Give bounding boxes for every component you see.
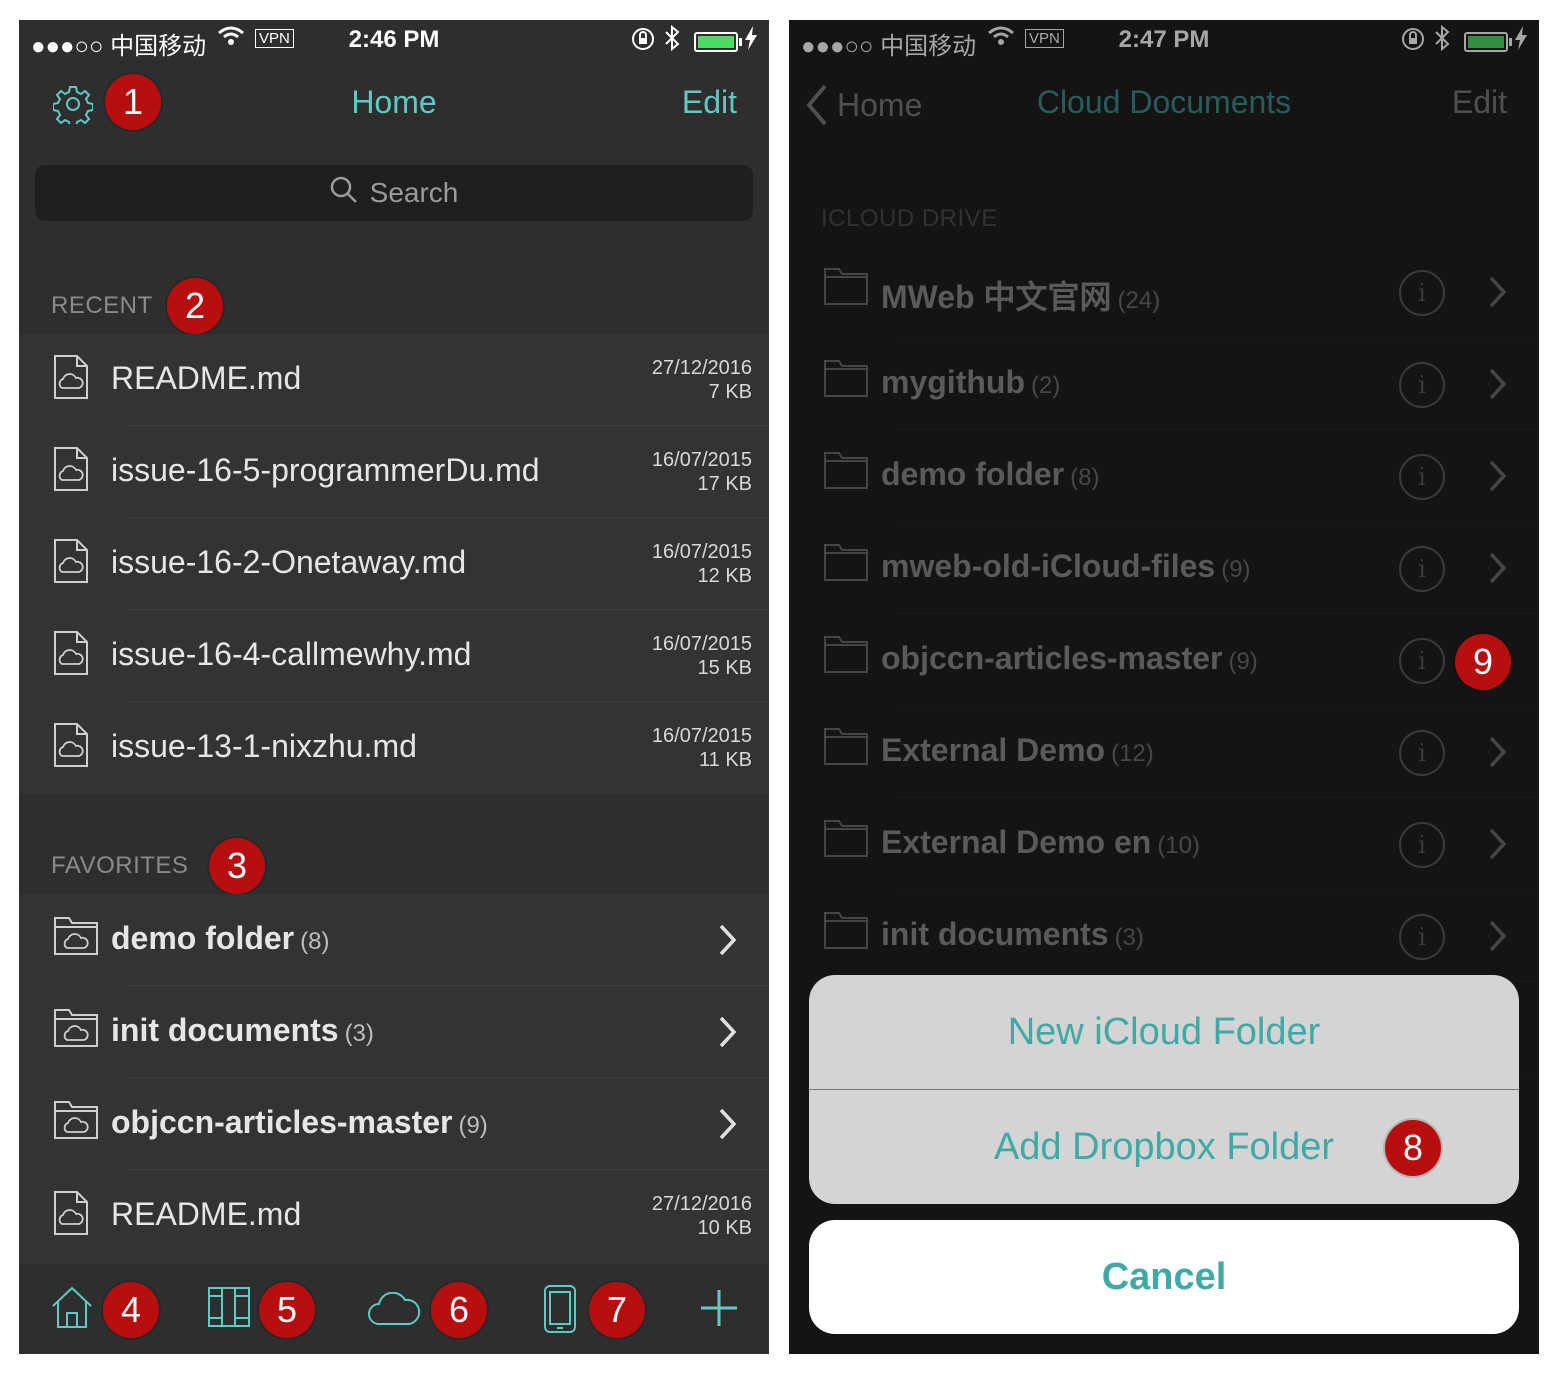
item-count: (3) [344, 1020, 374, 1047]
recent-file-row[interactable]: issue-16-5-programmerDu.md 16/07/2015 17 K… [19, 426, 769, 518]
cloud-file-icon [53, 538, 89, 589]
item-name: demo folder (8) [111, 920, 329, 957]
item-title: issue-13-1-nixzhu.md [111, 728, 417, 764]
item-name: issue-16-4-callmewhy.md [111, 636, 471, 673]
favorite-file-row[interactable]: README.md 27/12/2016 10 KB [19, 1170, 769, 1262]
item-title: issue-16-2-Onetaway.md [111, 544, 467, 580]
item-size: 7 KB [708, 381, 752, 403]
cloud-icon[interactable] [367, 1291, 421, 1331]
recent-file-row[interactable]: issue-16-4-callmewhy.md 16/07/2015 15 KB [19, 610, 769, 702]
item-name: README.md [111, 1196, 301, 1233]
recent-file-row[interactable]: README.md 27/12/2016 7 KB [19, 334, 769, 426]
item-title: demo folder [111, 920, 295, 956]
cloud-folder-icon [53, 914, 99, 961]
chevron-right-icon [717, 1108, 737, 1145]
callout-badge-4: 4 [103, 1282, 159, 1338]
item-date: 16/07/2015 [651, 725, 752, 747]
cloud-file-icon [53, 354, 89, 405]
item-date: 27/12/2016 [651, 357, 752, 379]
edit-button[interactable]: Edit [682, 84, 737, 121]
item-title: README.md [111, 1196, 302, 1232]
item-meta: 16/07/2015 11 KB [652, 724, 752, 772]
chevron-right-icon [717, 924, 737, 961]
item-size: 11 KB [699, 749, 752, 771]
item-meta: 27/12/2016 7 KB [652, 356, 752, 404]
add-dropbox-folder-label: Add Dropbox Folder [993, 1126, 1335, 1168]
home-screen: ●●●○○ 中国移动 VPN 2:46 PM Home Edit 1 Searc… [19, 20, 769, 1354]
item-meta: 16/07/2015 12 KB [652, 540, 752, 588]
cloud-file-icon [53, 446, 89, 497]
item-name: issue-16-2-Onetaway.md [111, 544, 466, 581]
favorites-section-label: FAVORITES [51, 852, 189, 879]
item-date: 27/12/2016 [651, 1193, 752, 1215]
favorite-folder-row[interactable]: init documents (3) [19, 986, 769, 1078]
search-icon [330, 176, 358, 211]
item-date: 16/07/2015 [651, 449, 752, 471]
orientation-lock-icon [631, 27, 655, 58]
item-title: issue-16-4-callmewhy.md [111, 636, 472, 672]
favorite-folder-row[interactable]: objccn-articles-master (9) [19, 1078, 769, 1170]
add-icon[interactable] [699, 1288, 739, 1333]
callout-badge-2: 2 [167, 278, 223, 334]
device-icon[interactable] [543, 1284, 577, 1339]
item-size: 17 KB [697, 473, 752, 495]
home-icon[interactable] [49, 1284, 95, 1335]
item-title: objccn-articles-master [111, 1104, 453, 1140]
status-bar: ●●●○○ 中国移动 VPN 2:46 PM [19, 20, 769, 60]
item-meta: 16/07/2015 15 KB [652, 632, 752, 680]
item-count: (8) [300, 928, 330, 955]
search-placeholder: Search [369, 177, 459, 208]
cloud-file-icon [53, 1190, 89, 1241]
item-title: README.md [111, 360, 302, 396]
recent-file-row[interactable]: issue-13-1-nixzhu.md 16/07/2015 11 KB [19, 702, 769, 794]
callout-badge-8: 8 [1385, 1120, 1441, 1176]
new-icloud-folder-button[interactable]: New iCloud Folder [809, 975, 1519, 1089]
recent-section-label: RECENT [51, 292, 153, 319]
item-size: 15 KB [697, 657, 752, 679]
item-name: init documents (3) [111, 1012, 374, 1049]
recent-file-row[interactable]: issue-16-2-Onetaway.md 16/07/2015 12 KB [19, 518, 769, 610]
callout-badge-5: 5 [259, 1282, 315, 1338]
item-size: 10 KB [697, 1217, 752, 1239]
callout-badge-1: 1 [105, 74, 161, 130]
item-date: 16/07/2015 [651, 633, 752, 655]
status-time: 2:46 PM [348, 26, 440, 53]
cloud-folder-icon [53, 1098, 99, 1145]
item-size: 12 KB [697, 565, 752, 587]
item-name: issue-16-5-programmerDu.md [111, 452, 540, 489]
item-name: README.md [111, 360, 301, 397]
item-title: issue-16-5-programmerDu.md [111, 452, 540, 488]
callout-badge-6: 6 [431, 1282, 487, 1338]
callout-badge-3: 3 [209, 838, 265, 894]
cloud-file-icon [53, 722, 89, 773]
item-date: 16/07/2015 [651, 541, 752, 563]
cloud-folder-icon [53, 1006, 99, 1053]
item-name: issue-13-1-nixzhu.md [111, 728, 417, 765]
library-icon[interactable] [207, 1284, 253, 1335]
cloud-documents-screen: ●●●○○ 中国移动 VPN 2:47 PM Home Cloud Docume… [789, 20, 1539, 1354]
item-meta: 27/12/2016 10 KB [652, 1192, 752, 1240]
bluetooth-icon [664, 24, 680, 57]
cancel-button[interactable]: Cancel [809, 1220, 1519, 1334]
charging-icon [745, 26, 757, 56]
callout-badge-9: 9 [1455, 634, 1511, 690]
favorite-folder-row[interactable]: demo folder (8) [19, 894, 769, 986]
item-count: (9) [458, 1112, 488, 1139]
battery-icon [694, 32, 742, 52]
search-input[interactable]: Search [35, 165, 753, 221]
item-name: objccn-articles-master (9) [111, 1104, 488, 1141]
cloud-file-icon [53, 630, 89, 681]
item-meta: 16/07/2015 17 KB [652, 448, 752, 496]
callout-badge-7: 7 [589, 1282, 645, 1338]
item-title: init documents [111, 1012, 339, 1048]
chevron-right-icon [717, 1016, 737, 1053]
